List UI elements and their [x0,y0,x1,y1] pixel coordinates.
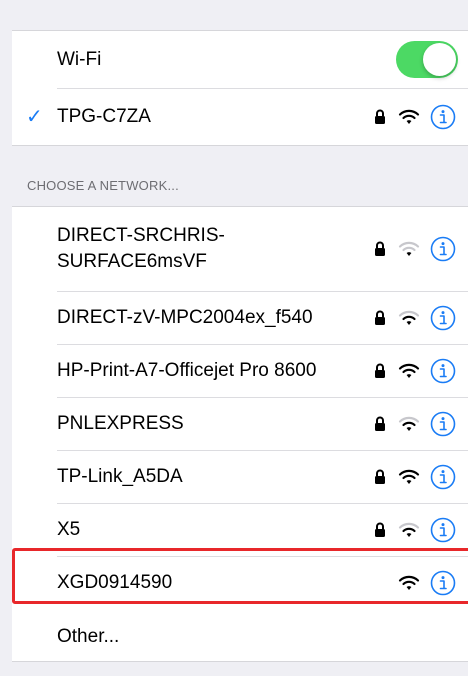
network-row[interactable]: DIRECT-zV-MPC2004ex_f540 [12,291,468,344]
lock-icon [374,363,386,379]
info-icon[interactable] [430,464,456,490]
wifi-signal-icon [398,241,420,256]
network-status-icons [374,305,456,331]
wifi-label: Wi-Fi [57,48,102,70]
network-status-icons [374,464,456,490]
lock-icon [374,241,386,257]
network-status-icons [374,104,456,130]
lock-icon [374,416,386,432]
connected-network-name: TPG-C7ZA [57,105,151,127]
wifi-signal-icon [398,469,420,484]
toggle-knob [423,43,456,76]
info-icon[interactable] [430,358,456,384]
lock-icon [374,522,386,538]
network-row[interactable]: HP-Print-A7-Officejet Pro 8600 [12,344,468,397]
network-name: DIRECT-SRCHRIS- SURFACE6msVF [57,225,225,272]
section-header: CHOOSE A NETWORK... [27,178,179,193]
network-name: HP-Print-A7-Officejet Pro 8600 [57,359,317,381]
network-name: TP-Link_A5DA [57,465,183,487]
lock-icon [374,310,386,326]
network-row[interactable]: PNLEXPRESS [12,397,468,450]
wifi-signal-icon [398,310,420,325]
wifi-signal-icon [398,416,420,431]
other-network-label: Other... [57,625,120,647]
network-status-icons [374,517,456,543]
info-icon[interactable] [430,104,456,130]
lock-icon [374,109,386,125]
network-name: X5 [57,518,81,540]
other-network-row[interactable]: Other... [12,609,468,664]
info-icon[interactable] [430,305,456,331]
network-name: DIRECT-zV-MPC2004ex_f540 [57,306,313,328]
network-row[interactable]: DIRECT-SRCHRIS- SURFACE6msVF [12,207,468,291]
wifi-signal-icon [398,522,420,537]
network-status-icons [374,358,456,384]
network-status-icons [374,411,456,437]
wifi-signal-icon [398,109,420,124]
lock-icon [374,469,386,485]
checkmark-icon: ✓ [26,106,43,128]
info-icon[interactable] [430,236,456,262]
wifi-toggle[interactable] [396,41,458,78]
highlight-box [12,548,468,604]
network-status-icons [374,236,456,262]
network-name: PNLEXPRESS [57,412,184,434]
wifi-signal-icon [398,363,420,378]
info-icon[interactable] [430,517,456,543]
info-icon[interactable] [430,411,456,437]
network-row[interactable]: TP-Link_A5DA [12,450,468,503]
wifi-toggle-row: Wi-Fi [12,31,468,88]
connected-network-row[interactable]: ✓ TPG-C7ZA [12,88,468,145]
wifi-settings-group: Wi-Fi ✓ TPG-C7ZA [12,30,468,146]
